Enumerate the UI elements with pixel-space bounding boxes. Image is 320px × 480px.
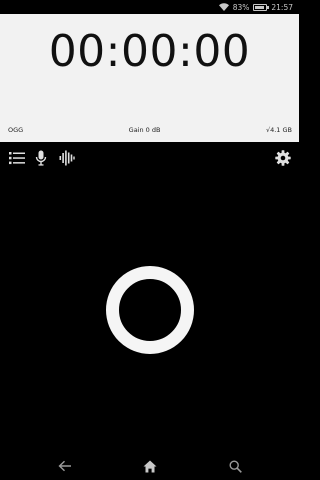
storage-label: √4.1 GB xyxy=(265,126,292,134)
navigation-bar xyxy=(0,452,299,480)
clock: 21:57 xyxy=(271,2,293,12)
status-bar: 83% 21:57 xyxy=(0,0,299,14)
timer-panel: 00:00:00 OGG Gain 0 dB √4.1 GB xyxy=(0,14,299,142)
record-button[interactable] xyxy=(106,266,194,354)
recordings-list-button[interactable] xyxy=(8,149,26,167)
waveform-button[interactable] xyxy=(58,149,76,167)
waveform-icon xyxy=(59,150,75,166)
search-button[interactable] xyxy=(227,458,243,474)
battery-percent: 83% xyxy=(232,2,250,12)
microphone-button[interactable] xyxy=(32,149,50,167)
toolbar xyxy=(0,142,299,174)
list-icon xyxy=(9,152,25,165)
wifi-icon xyxy=(218,3,229,11)
settings-button[interactable] xyxy=(274,149,292,167)
home-button[interactable] xyxy=(142,458,158,474)
format-label: OGG xyxy=(8,126,24,134)
home-icon xyxy=(143,460,157,472)
status-bar-right: 83% 21:57 xyxy=(218,2,293,12)
elapsed-timer: 00:00:00 xyxy=(48,26,251,77)
gear-icon xyxy=(275,150,291,166)
back-arrow-icon xyxy=(58,460,71,472)
back-button[interactable] xyxy=(57,458,73,474)
recording-info-row: OGG Gain 0 dB √4.1 GB xyxy=(8,126,292,134)
gain-label: Gain 0 dB xyxy=(128,126,161,134)
battery-icon xyxy=(253,3,270,11)
search-icon xyxy=(228,459,242,473)
microphone-icon xyxy=(35,150,47,166)
